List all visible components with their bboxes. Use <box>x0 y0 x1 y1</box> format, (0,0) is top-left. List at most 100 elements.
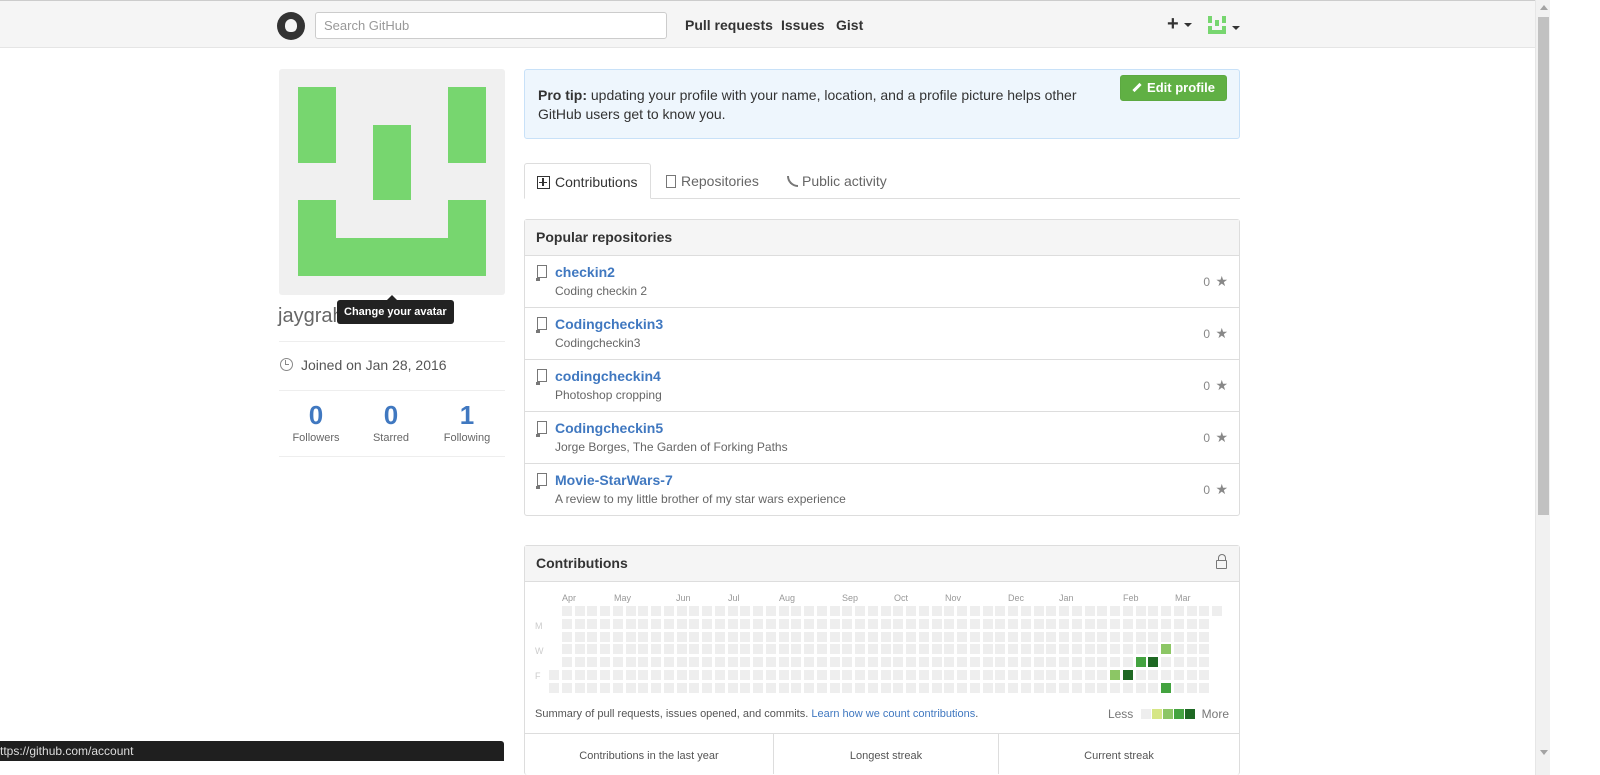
contribution-day-cell[interactable] <box>561 669 572 680</box>
contribution-day-cell[interactable] <box>893 631 904 642</box>
contribution-day-cell[interactable] <box>918 618 929 629</box>
contribution-day-cell[interactable] <box>1059 631 1069 642</box>
contribution-day-cell[interactable] <box>612 606 623 616</box>
contribution-day-cell[interactable] <box>995 682 1006 693</box>
contribution-day-cell[interactable] <box>587 606 598 616</box>
contribution-day-cell[interactable] <box>587 682 598 693</box>
contribution-day-cell[interactable] <box>753 657 763 667</box>
contribution-day-cell[interactable] <box>829 644 840 655</box>
contribution-day-cell[interactable] <box>1020 644 1031 655</box>
edit-profile-button[interactable]: Edit profile <box>1120 75 1227 101</box>
contribution-day-cell[interactable] <box>791 657 802 667</box>
contribution-day-cell[interactable] <box>906 657 916 667</box>
contribution-day-cell[interactable] <box>778 669 789 680</box>
contribution-day-cell[interactable] <box>574 644 585 655</box>
contribution-day-cell[interactable] <box>982 606 993 616</box>
contribution-day-cell[interactable] <box>1059 669 1069 680</box>
contribution-day-cell[interactable] <box>612 682 623 693</box>
contribution-day-cell[interactable] <box>1199 669 1210 680</box>
contribution-day-cell[interactable] <box>561 618 572 629</box>
contribution-day-cell[interactable] <box>1071 606 1082 616</box>
contribution-day-cell[interactable] <box>574 657 585 667</box>
contribution-day-cell[interactable] <box>804 606 814 616</box>
contribution-day-cell[interactable] <box>1161 669 1171 680</box>
contribution-day-cell[interactable] <box>1008 669 1018 680</box>
contribution-day-cell[interactable] <box>765 644 776 655</box>
nav-pull-requests[interactable]: Pull requests <box>685 17 773 33</box>
contribution-day-cell[interactable] <box>778 682 789 693</box>
contribution-day-cell[interactable] <box>880 618 891 629</box>
contribution-day-cell[interactable] <box>714 631 725 642</box>
contribution-day-cell[interactable] <box>931 644 942 655</box>
contribution-day-cell[interactable] <box>1186 644 1197 655</box>
contribution-day-cell[interactable] <box>1084 682 1095 693</box>
contribution-day-cell[interactable] <box>893 669 904 680</box>
contribution-day-cell[interactable] <box>1110 644 1120 655</box>
contribution-day-cell[interactable] <box>638 657 649 667</box>
contribution-day-cell[interactable] <box>625 644 636 655</box>
contribution-day-cell[interactable] <box>1059 618 1069 629</box>
contribution-day-cell[interactable] <box>727 618 738 629</box>
contribution-day-cell[interactable] <box>638 631 649 642</box>
contribution-day-cell[interactable] <box>778 644 789 655</box>
repo-name-link[interactable]: Codingcheckin5 <box>555 420 663 436</box>
contribution-day-cell[interactable] <box>804 682 814 693</box>
contribution-day-cell[interactable] <box>702 682 712 693</box>
contribution-day-cell[interactable] <box>1122 631 1133 642</box>
contribution-day-cell[interactable] <box>1071 631 1082 642</box>
contribution-day-cell[interactable] <box>995 669 1006 680</box>
contribution-day-cell[interactable] <box>1033 606 1044 616</box>
contribution-day-cell[interactable] <box>816 682 827 693</box>
contribution-day-cell[interactable] <box>829 682 840 693</box>
contribution-day-cell[interactable] <box>612 631 623 642</box>
contribution-day-cell[interactable] <box>778 657 789 667</box>
contribution-day-cell[interactable] <box>957 631 967 642</box>
contribution-day-cell[interactable] <box>1008 618 1018 629</box>
contribution-day-cell[interactable] <box>702 657 712 667</box>
contribution-day-cell[interactable] <box>1186 682 1197 693</box>
contribution-day-cell[interactable] <box>587 644 598 655</box>
contribution-day-cell[interactable] <box>1135 657 1146 667</box>
contribution-day-cell[interactable] <box>842 631 853 642</box>
contribution-day-cell[interactable] <box>1173 669 1184 680</box>
contribution-day-cell[interactable] <box>906 606 916 616</box>
scroll-up-icon[interactable] <box>1540 5 1548 10</box>
contribution-day-cell[interactable] <box>638 618 649 629</box>
contribution-day-cell[interactable] <box>1020 657 1031 667</box>
contribution-day-cell[interactable] <box>561 606 572 616</box>
contribution-day-cell[interactable] <box>612 618 623 629</box>
contribution-day-cell[interactable] <box>1084 669 1095 680</box>
followers-stat[interactable]: 0 Followers <box>279 400 353 444</box>
contribution-day-cell[interactable] <box>765 631 776 642</box>
contribution-day-cell[interactable] <box>714 618 725 629</box>
contribution-day-cell[interactable] <box>1199 606 1210 616</box>
contribution-day-cell[interactable] <box>702 669 712 680</box>
contribution-day-cell[interactable] <box>651 631 661 642</box>
contribution-day-cell[interactable] <box>765 682 776 693</box>
contribution-day-cell[interactable] <box>1161 657 1171 667</box>
contribution-day-cell[interactable] <box>918 669 929 680</box>
contribution-day-cell[interactable] <box>842 682 853 693</box>
contribution-day-cell[interactable] <box>791 618 802 629</box>
contribution-day-cell[interactable] <box>1122 606 1133 616</box>
learn-contributions-link[interactable]: Learn how we count contributions <box>811 708 975 720</box>
contribution-day-cell[interactable] <box>740 682 751 693</box>
contribution-day-cell[interactable] <box>906 631 916 642</box>
contribution-day-cell[interactable] <box>855 682 865 693</box>
contribution-day-cell[interactable] <box>1122 618 1133 629</box>
contribution-day-cell[interactable] <box>1199 618 1210 629</box>
contribution-day-cell[interactable] <box>791 644 802 655</box>
contribution-day-cell[interactable] <box>791 606 802 616</box>
contribution-day-cell[interactable] <box>714 657 725 667</box>
contribution-day-cell[interactable] <box>1059 606 1069 616</box>
scroll-thumb[interactable] <box>1538 17 1549 515</box>
contribution-day-cell[interactable] <box>1122 657 1133 667</box>
contribution-day-cell[interactable] <box>587 657 598 667</box>
contribution-day-cell[interactable] <box>587 618 598 629</box>
contribution-day-cell[interactable] <box>893 644 904 655</box>
contribution-day-cell[interactable] <box>880 631 891 642</box>
contribution-day-cell[interactable] <box>1161 618 1171 629</box>
contribution-day-cell[interactable] <box>676 631 687 642</box>
contribution-day-cell[interactable] <box>1008 657 1018 667</box>
contribution-day-cell[interactable] <box>1148 631 1159 642</box>
